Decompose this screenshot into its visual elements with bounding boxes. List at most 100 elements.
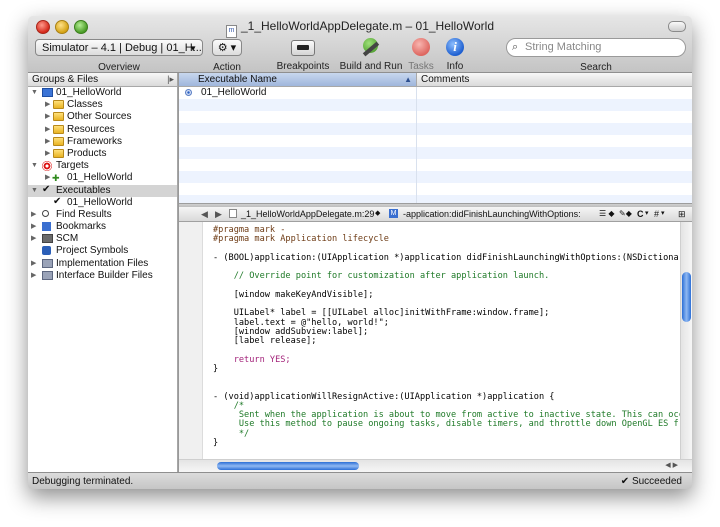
disclosure-open-icon[interactable]: ▼ <box>31 87 38 99</box>
file-history-popup[interactable]: _1_HelloWorldAppDelegate.m:29 <box>241 207 374 221</box>
window-title-text: _1_HelloWorldAppDelegate.m – 01_HelloWor… <box>240 19 495 33</box>
tree-item-project[interactable]: ▼ 01_HelloWorld <box>28 87 177 99</box>
tree-item-label: Interface Builder Files <box>56 269 153 281</box>
search-item: Search <box>506 42 686 73</box>
disclosure-open-icon[interactable]: ▼ <box>31 160 38 172</box>
empty-row <box>179 147 692 159</box>
build-and-run-button[interactable]: Build and Run <box>336 38 406 72</box>
disclosure-closed-icon[interactable]: ▶ <box>45 124 50 136</box>
tree-item-label: Implementation Files <box>56 257 149 269</box>
toolbar-toggle-button[interactable] <box>668 21 686 32</box>
search-label: Search <box>580 62 612 73</box>
tree-item-implementation-files[interactable]: ▶ Implementation Files <box>28 258 177 270</box>
window-title: m _1_HelloWorldAppDelegate.m – 01_HelloWo… <box>28 19 692 38</box>
tree-item-executable[interactable]: ✔ 01_HelloWorld <box>28 196 177 209</box>
column-header-executable-name[interactable]: Executable Name ▲ <box>179 73 417 86</box>
scm-icon <box>42 234 53 244</box>
overview-item: Overview <box>35 42 203 73</box>
build-result-label: Succeeded <box>631 476 682 487</box>
column-header-label: Executable Name <box>198 74 277 85</box>
vertical-scrollbar[interactable] <box>680 222 692 459</box>
split-editor-icon[interactable]: ⊞ <box>678 207 686 221</box>
empty-row <box>179 99 692 111</box>
code-text[interactable]: #pragma mark - #pragma mark Application l… <box>213 225 692 448</box>
disclosure-closed-icon[interactable]: ▶ <box>31 209 36 221</box>
disclosure-closed-icon[interactable]: ▶ <box>45 99 50 111</box>
tree-item-frameworks[interactable]: ▶ Frameworks <box>28 136 177 148</box>
popup-arrow-icon: ▾ <box>645 210 649 217</box>
bookmarks-popup-icon[interactable]: ☰ ◆ <box>599 207 615 221</box>
horizontal-scrollbar[interactable]: ◀ ▶ <box>179 459 692 472</box>
app-target-icon: ✚ <box>52 173 60 184</box>
disclosure-closed-icon[interactable]: ▶ <box>45 148 50 160</box>
disclosure-closed-icon[interactable]: ▶ <box>31 258 36 270</box>
folder-icon <box>53 112 64 122</box>
project-icon <box>42 88 53 97</box>
disclosure-closed-icon[interactable]: ▶ <box>45 136 50 148</box>
disclosure-closed-icon[interactable]: ▶ <box>31 270 36 282</box>
groups-and-files-pane: Groups & Files |▸ ▼ 01_HelloWorld ▶ Classes… <box>28 73 178 472</box>
info-button[interactable]: i Info <box>435 38 475 72</box>
scroll-arrows-icon[interactable]: ◀ ▶ <box>665 460 678 472</box>
tree-item-label: Products <box>67 147 107 159</box>
tree-item-label: Project Symbols <box>56 245 129 257</box>
counterparts-popup[interactable]: C <box>637 207 644 221</box>
disclosure-closed-icon[interactable]: ▶ <box>45 172 50 184</box>
bookmark-icon <box>42 222 51 232</box>
executable-name-cell: 01_HelloWorld <box>201 87 267 98</box>
detail-header: Executable Name ▲ Comments <box>179 73 692 87</box>
breakpoints-popup-icon[interactable]: ✎◆ <box>619 207 632 221</box>
vertical-scroll-thumb[interactable] <box>682 272 691 322</box>
folder-icon <box>53 100 64 110</box>
groups-header-label: Groups & Files <box>32 74 99 85</box>
horizontal-scroll-thumb[interactable] <box>217 462 359 470</box>
empty-row <box>179 111 692 123</box>
disclosure-closed-icon[interactable]: ▶ <box>31 233 36 245</box>
overview-label: Overview <box>98 62 140 73</box>
tree-item-interface-builder-files[interactable]: ▶ Interface Builder Files <box>28 270 177 282</box>
code-line: } <box>213 363 219 374</box>
tree-item-label: Bookmarks <box>56 221 107 233</box>
status-message: Debugging terminated. <box>32 476 134 487</box>
breakpoints-button[interactable]: Breakpoints <box>273 38 333 72</box>
tree-item-label: Classes <box>67 99 103 111</box>
tree-item-scm[interactable]: ▶ SCM <box>28 233 177 245</box>
build-result: ✔ Succeeded <box>621 473 682 489</box>
tree-item-classes[interactable]: ▶ Classes <box>28 99 177 111</box>
tree-item-bookmarks[interactable]: ▶ Bookmarks <box>28 221 177 233</box>
tree-item-label: Frameworks <box>67 135 123 147</box>
disclosure-open-icon[interactable]: ▼ <box>31 185 38 197</box>
checkmark-icon: ✔ <box>620 476 632 487</box>
tree-item-executables[interactable]: ▼ ✔ Executables <box>28 184 177 197</box>
symbols-icon <box>42 246 51 256</box>
smart-group-icon <box>42 258 53 268</box>
tree-item-label: Executables <box>56 184 111 196</box>
history-back-icon[interactable]: ◀ <box>201 207 208 221</box>
column-header-comments[interactable]: Comments <box>418 73 469 86</box>
tree-item-other-sources[interactable]: ▶ Other Sources <box>28 111 177 123</box>
function-popup[interactable]: -application:didFinishLaunchingWithOptio… <box>403 207 581 221</box>
popup-arrow-icon: ▾ <box>661 210 665 217</box>
tree-item-products[interactable]: ▶ Products <box>28 148 177 160</box>
tree-item-label: Resources <box>67 123 115 135</box>
column-header-label: Comments <box>421 74 470 85</box>
tree-item-targets[interactable]: ▼ Targets <box>28 160 177 172</box>
pane-resize-icon[interactable]: |▸ <box>167 73 174 86</box>
includes-popup[interactable]: # <box>654 207 659 221</box>
editor-gutter[interactable] <box>179 222 203 459</box>
code-editor[interactable]: #pragma mark - #pragma mark Application l… <box>179 222 692 459</box>
status-bar: Debugging terminated. ✔ Succeeded <box>28 472 692 489</box>
xcode-window: m _1_HelloWorldAppDelegate.m – 01_HelloWo… <box>28 16 692 489</box>
disclosure-closed-icon[interactable]: ▶ <box>45 111 50 123</box>
tree-item-find-results[interactable]: ▶ Find Results <box>28 209 177 221</box>
method-icon: M <box>389 209 398 218</box>
table-row[interactable]: 01_HelloWorld <box>179 87 692 99</box>
tree-item-label: 01_HelloWorld <box>67 196 133 208</box>
history-forward-icon[interactable]: ▶ <box>215 207 222 221</box>
smart-group-icon <box>42 270 53 280</box>
empty-row <box>179 183 692 195</box>
tree-item-project-symbols[interactable]: Project Symbols <box>28 245 177 257</box>
document-icon: m <box>225 25 237 38</box>
tree-item-resources[interactable]: ▶ Resources <box>28 124 177 136</box>
disclosure-closed-icon[interactable]: ▶ <box>31 221 36 233</box>
